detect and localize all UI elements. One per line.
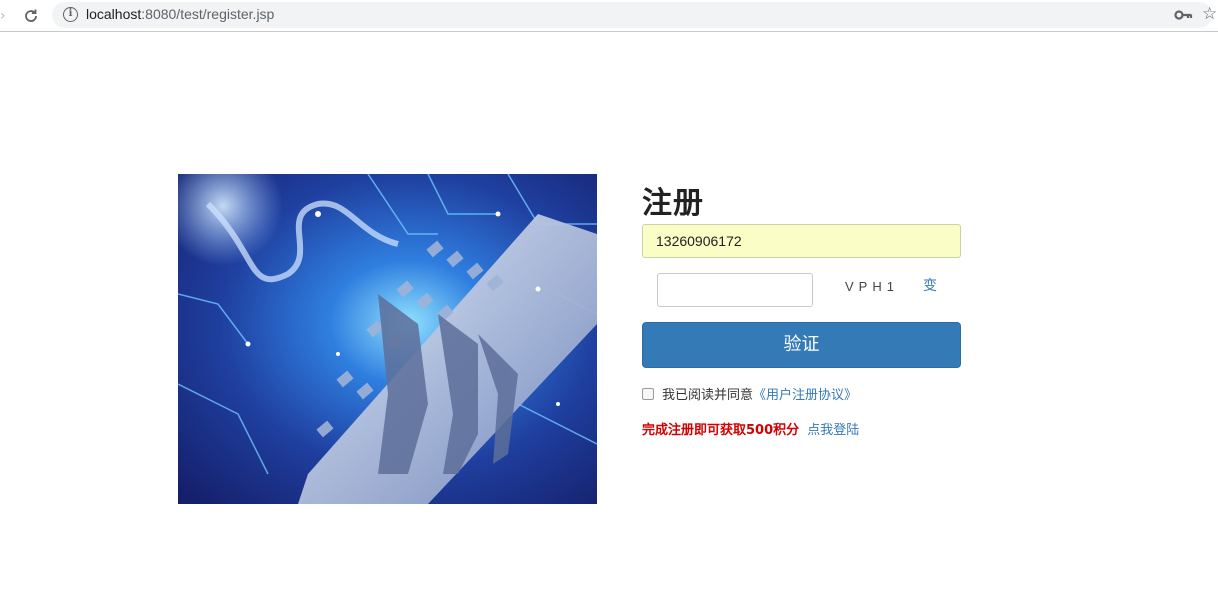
captcha-change-link[interactable]: 变 <box>923 275 937 295</box>
login-link[interactable]: 点我登陆 <box>807 423 859 438</box>
key-icon[interactable] <box>1174 7 1194 23</box>
phone-input[interactable]: 13260906172 <box>642 224 961 258</box>
agreement-link[interactable]: 《用户注册协议》 <box>753 384 857 403</box>
info-icon[interactable]: i <box>63 7 78 22</box>
url-host: localhost <box>86 6 142 22</box>
page-title: 注册 <box>642 186 704 221</box>
bonus-row: 完成注册即可获取500积分 点我登陆 <box>642 419 859 438</box>
browser-toolbar: › i localhost:8080/test/register.jsp ☆ <box>0 0 1218 32</box>
bonus-text: 完成注册即可获取500积分 <box>642 423 800 438</box>
url-text[interactable]: localhost:8080/test/register.jsp <box>86 6 274 22</box>
verify-button[interactable]: 验证 <box>642 322 961 368</box>
url-path: :8080/test/register.jsp <box>141 6 275 22</box>
captcha-code[interactable]: VPH1 <box>845 279 899 294</box>
reload-icon[interactable] <box>20 5 42 27</box>
agree-text: 我已阅读并同意 <box>662 388 754 403</box>
star-icon[interactable]: ☆ <box>1202 4 1217 24</box>
captcha-input[interactable] <box>657 273 813 307</box>
address-bar[interactable]: i localhost:8080/test/register.jsp ☆ <box>52 2 1217 28</box>
forward-icon[interactable]: › <box>0 7 10 25</box>
agreement-row: 我已阅读并同意 《用户注册协议》 <box>642 384 857 403</box>
agree-checkbox[interactable] <box>642 387 654 400</box>
hero-image <box>178 174 597 504</box>
